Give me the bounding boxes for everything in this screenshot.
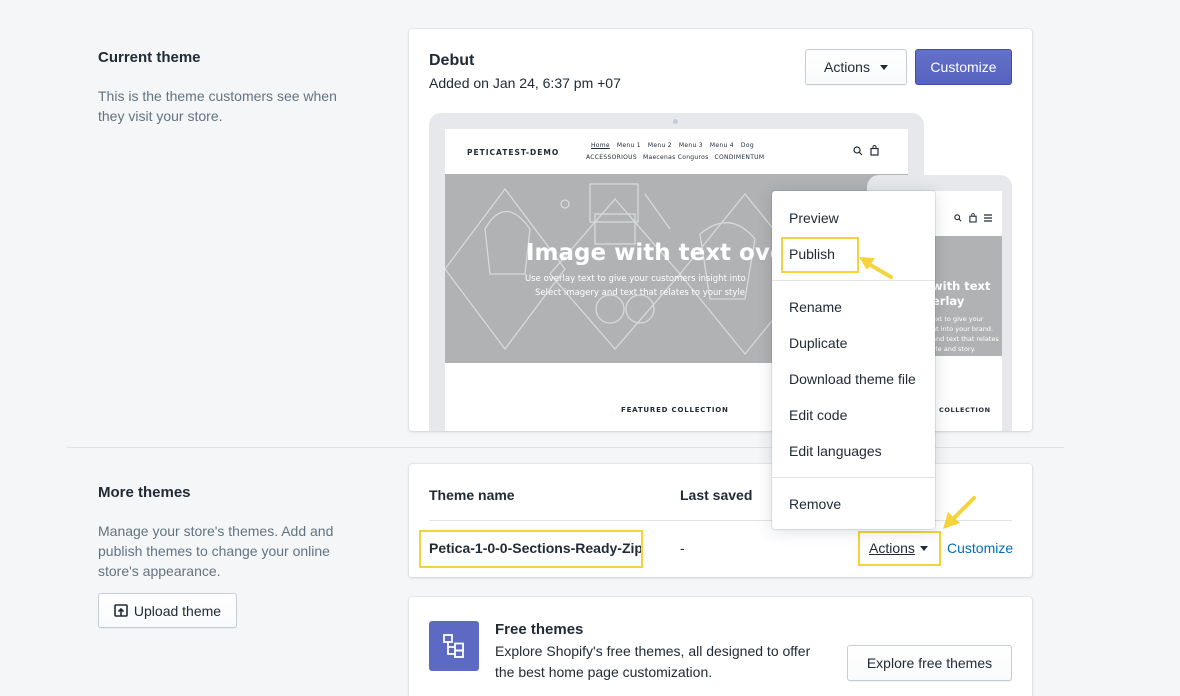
upload-theme-button[interactable]: Upload theme — [98, 593, 237, 628]
preview-nav-item: Menu 1 — [616, 142, 641, 149]
customize-button[interactable]: Customize — [915, 49, 1012, 85]
free-themes-description: Explore Shopify's free themes, all desig… — [495, 643, 811, 680]
more-themes-heading: More themes — [98, 484, 191, 501]
preview-nav-item: Maecenas Conguros — [642, 154, 709, 161]
theme-row-last-saved: - — [680, 540, 685, 556]
phone-hero-title-line1: with text — [932, 279, 991, 293]
phone-hero-line: ext to give your — [932, 315, 984, 323]
preview-nav-item: CONDIMENTUM — [714, 154, 765, 161]
current-theme-heading: Current theme — [98, 49, 201, 66]
preview-cart-icon — [870, 145, 879, 156]
preview-hero-title: Image with text ove — [526, 240, 786, 266]
current-theme-description: This is the theme customers see when the… — [98, 88, 337, 124]
preview-nav-item: Home — [591, 142, 610, 149]
preview-nav-item: ACCESSORIOUS — [586, 154, 637, 161]
menu-item-edit-languages[interactable]: Edit languages — [789, 443, 882, 459]
preview-hero-line1: Use overlay text to give your customers … — [525, 274, 746, 284]
preview-search-icon — [853, 146, 863, 156]
preview-nav-row2: ACCESSORIOUS Maecenas Conguros CONDIMENT… — [586, 154, 764, 161]
phone-cart-icon — [969, 213, 977, 223]
arrow-pointer-icon — [943, 496, 976, 529]
arrow-pointer-icon — [859, 257, 893, 279]
preview-nav-item: Dog — [740, 142, 754, 149]
highlight-publish — [781, 237, 859, 273]
menu-item-preview[interactable]: Preview — [789, 210, 839, 226]
actions-label: Actions — [824, 59, 870, 75]
highlight-actions — [858, 531, 941, 566]
camera-dot — [673, 119, 678, 124]
menu-item-rename[interactable]: Rename — [789, 299, 842, 315]
upload-theme-label: Upload theme — [133, 602, 222, 619]
preview-nav-item: Menu 2 — [647, 142, 672, 149]
preview-featured-collection: FEATURED COLLECTION — [621, 406, 729, 414]
highlight-theme-name — [419, 530, 643, 568]
phone-hero-title-line2: erlay — [932, 294, 965, 308]
menu-separator — [772, 477, 935, 478]
preview-store-name: PETICATEST-DEMO — [467, 148, 560, 157]
phone-hero-line: yle and story. — [932, 345, 976, 353]
phone-hero-text: ext to give your ht into your brand. and… — [932, 314, 999, 354]
theme-structure-icon — [443, 634, 464, 658]
current-theme-actions-button[interactable]: Actions — [805, 49, 907, 85]
menu-item-duplicate[interactable]: Duplicate — [789, 335, 847, 351]
current-theme-name: Debut — [429, 52, 475, 69]
preview-nav-row1: Home Menu 1 Menu 2 Menu 3 Menu 4 Dog — [591, 142, 754, 149]
phone-menu-icon — [984, 214, 992, 222]
menu-separator — [772, 280, 935, 281]
preview-nav-item: Menu 3 — [678, 142, 703, 149]
phone-hero-title: with text erlay — [932, 279, 990, 309]
phone-hero-line: ht into your brand. — [932, 325, 994, 333]
current-theme-added-date: Added on Jan 24, 6:37 pm +07 — [429, 75, 621, 91]
explore-free-themes-button[interactable]: Explore free themes — [847, 645, 1012, 681]
upload-icon — [114, 603, 128, 617]
current-theme-card: Debut Added on Jan 24, 6:37 pm +07 Actio… — [409, 29, 1032, 431]
preview-hero-line2: Select imagery and text that relates to … — [535, 288, 745, 298]
column-header-last-saved: Last saved — [680, 487, 753, 503]
column-header-theme-name: Theme name — [429, 487, 515, 503]
phone-hero-line: and text that relates — [932, 335, 999, 343]
more-themes-description: Manage your store's themes. Add and publ… — [98, 523, 334, 579]
free-themes-card: Free themes Explore Shopify's free theme… — [409, 597, 1032, 696]
theme-row-customize-link[interactable]: Customize — [947, 540, 1013, 556]
menu-item-download-theme-file[interactable]: Download theme file — [789, 371, 916, 387]
preview-nav-item: Menu 4 — [709, 142, 734, 149]
menu-item-remove[interactable]: Remove — [789, 496, 841, 512]
phone-search-icon — [954, 214, 962, 222]
chevron-down-icon — [879, 64, 888, 70]
free-themes-icon-tile — [429, 621, 479, 671]
free-themes-title: Free themes — [495, 621, 584, 638]
phone-featured-collection: COLLECTION — [939, 406, 991, 414]
menu-item-edit-code[interactable]: Edit code — [789, 407, 847, 423]
